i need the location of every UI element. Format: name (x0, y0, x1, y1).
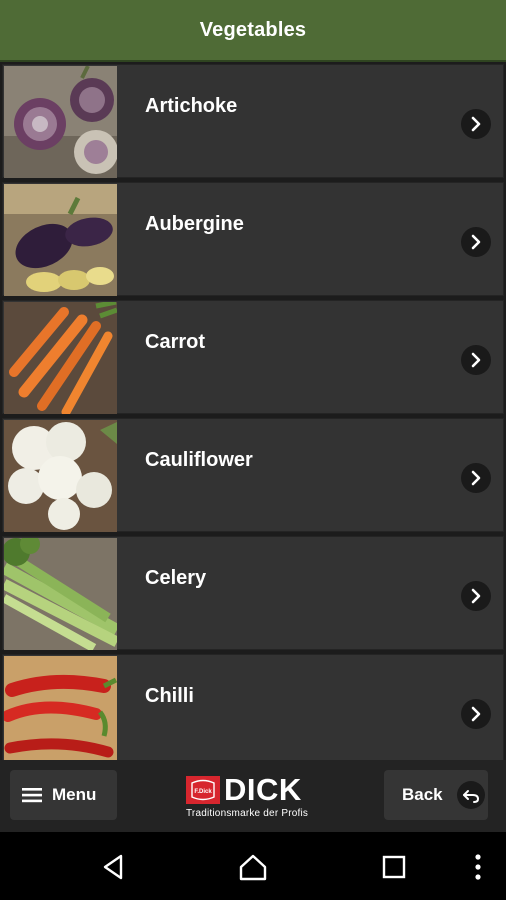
celery-image (4, 538, 117, 650)
list-item-celery[interactable]: Celery (2, 536, 504, 650)
back-button-label: Back (402, 785, 443, 804)
chevron-right-icon[interactable] (461, 109, 491, 139)
carrot-image (4, 302, 117, 414)
list-item-chilli[interactable]: Chilli (2, 654, 504, 760)
menu-button[interactable]: Menu (10, 770, 117, 820)
aubergine-image (4, 184, 117, 296)
back-triangle-icon[interactable] (96, 850, 130, 884)
app-header: Vegetables (0, 0, 506, 62)
list-item-label: Artichoke (145, 95, 238, 117)
page-title: Vegetables (199, 18, 307, 41)
list-item-label: Aubergine (145, 213, 244, 235)
chevron-right-icon[interactable] (461, 463, 491, 493)
artichoke-image (4, 66, 117, 178)
list-item-carrot[interactable]: Carrot (2, 300, 504, 414)
overflow-dots-icon[interactable] (461, 850, 495, 884)
list-item-aubergine[interactable]: Aubergine (2, 182, 504, 296)
system-nav-bar (0, 832, 506, 900)
undo-arrow-icon (456, 781, 485, 809)
list-item-label: Chilli (145, 685, 194, 707)
chilli-image (4, 656, 117, 760)
chevron-right-icon[interactable] (461, 699, 491, 729)
logo-wordmark: DICK (224, 772, 302, 807)
list-item-label: Cauliflower (145, 449, 253, 471)
list-item-label: Celery (145, 567, 207, 589)
menu-button-label: Menu (52, 785, 97, 804)
back-button[interactable]: Back (384, 770, 488, 820)
list-item-artichoke[interactable]: Artichoke (2, 64, 504, 178)
logo-red-box: F.Dick (186, 776, 220, 804)
logo-tagline: Traditionsmarke der Profis (186, 808, 309, 819)
hamburger-icon (22, 788, 42, 803)
list-item-cauliflower[interactable]: Cauliflower (2, 418, 504, 532)
chevron-right-icon[interactable] (461, 581, 491, 611)
chevron-right-icon[interactable] (461, 227, 491, 257)
list-item-label: Carrot (145, 331, 206, 353)
dick-logo: F.Dick DICK Traditionsmarke der Profis (186, 772, 326, 822)
vegetable-list[interactable]: Artichoke Aubergine Carrot Cauliflower C… (0, 62, 506, 760)
chevron-right-icon[interactable] (461, 345, 491, 375)
bottom-toolbar: Menu F.Dick DICK Traditionsmarke der Pro… (0, 760, 506, 832)
recents-square-icon[interactable] (377, 850, 411, 884)
cauliflower-image (4, 420, 117, 532)
logo-box-text: F.Dick (194, 789, 212, 795)
home-icon[interactable] (236, 850, 270, 884)
